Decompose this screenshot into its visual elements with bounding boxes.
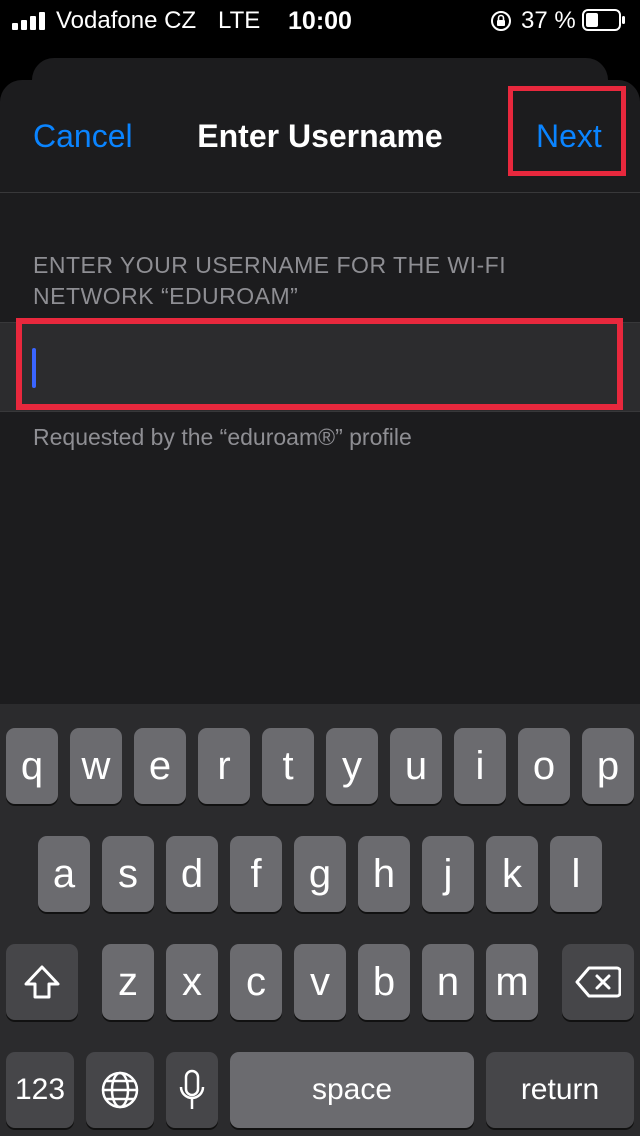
footer-note: Requested by the “eduroam®” profile — [33, 424, 412, 450]
key-t[interactable]: t — [262, 728, 314, 804]
battery-percentage: 37 % — [521, 7, 576, 34]
key-g[interactable]: g — [294, 836, 346, 912]
shift-key[interactable] — [6, 944, 78, 1020]
key-i[interactable]: i — [454, 728, 506, 804]
shift-icon — [24, 965, 60, 999]
space-key[interactable]: space — [230, 1052, 474, 1128]
key-r[interactable]: r — [198, 728, 250, 804]
key-w[interactable]: w — [70, 728, 122, 804]
key-j[interactable]: j — [422, 836, 474, 912]
key-e[interactable]: e — [134, 728, 186, 804]
backspace-icon — [575, 966, 621, 998]
key-n[interactable]: n — [422, 944, 474, 1020]
key-h[interactable]: h — [358, 836, 410, 912]
key-u[interactable]: u — [390, 728, 442, 804]
key-d[interactable]: d — [166, 836, 218, 912]
key-b[interactable]: b — [358, 944, 410, 1020]
key-o[interactable]: o — [518, 728, 570, 804]
key-f[interactable]: f — [230, 836, 282, 912]
key-m[interactable]: m — [486, 944, 538, 1020]
numbers-key[interactable]: 123 — [6, 1052, 74, 1128]
backspace-key[interactable] — [562, 944, 634, 1020]
key-c[interactable]: c — [230, 944, 282, 1020]
dictation-key[interactable] — [166, 1052, 218, 1128]
battery-icon — [582, 9, 625, 31]
section-header: ENTER YOUR USERNAME FOR THE WI-FI NETWOR… — [33, 252, 507, 309]
key-p[interactable]: p — [582, 728, 634, 804]
globe-icon — [101, 1071, 139, 1109]
username-field-highlight — [16, 318, 623, 410]
key-k[interactable]: k — [486, 836, 538, 912]
key-q[interactable]: q — [6, 728, 58, 804]
return-key[interactable]: return — [486, 1052, 634, 1128]
orientation-lock-icon — [491, 11, 511, 31]
key-s[interactable]: s — [102, 836, 154, 912]
key-l[interactable]: l — [550, 836, 602, 912]
status-bar: Vodafone CZ LTE 10:00 37 % — [0, 0, 640, 40]
keyboard: q w e r t y u i o p a s d f g h j k l z … — [0, 704, 640, 1136]
key-x[interactable]: x — [166, 944, 218, 1020]
globe-key[interactable] — [86, 1052, 154, 1128]
key-a[interactable]: a — [38, 836, 90, 912]
next-button-highlight — [508, 86, 626, 176]
key-v[interactable]: v — [294, 944, 346, 1020]
key-z[interactable]: z — [102, 944, 154, 1020]
key-y[interactable]: y — [326, 728, 378, 804]
microphone-icon — [179, 1069, 205, 1109]
